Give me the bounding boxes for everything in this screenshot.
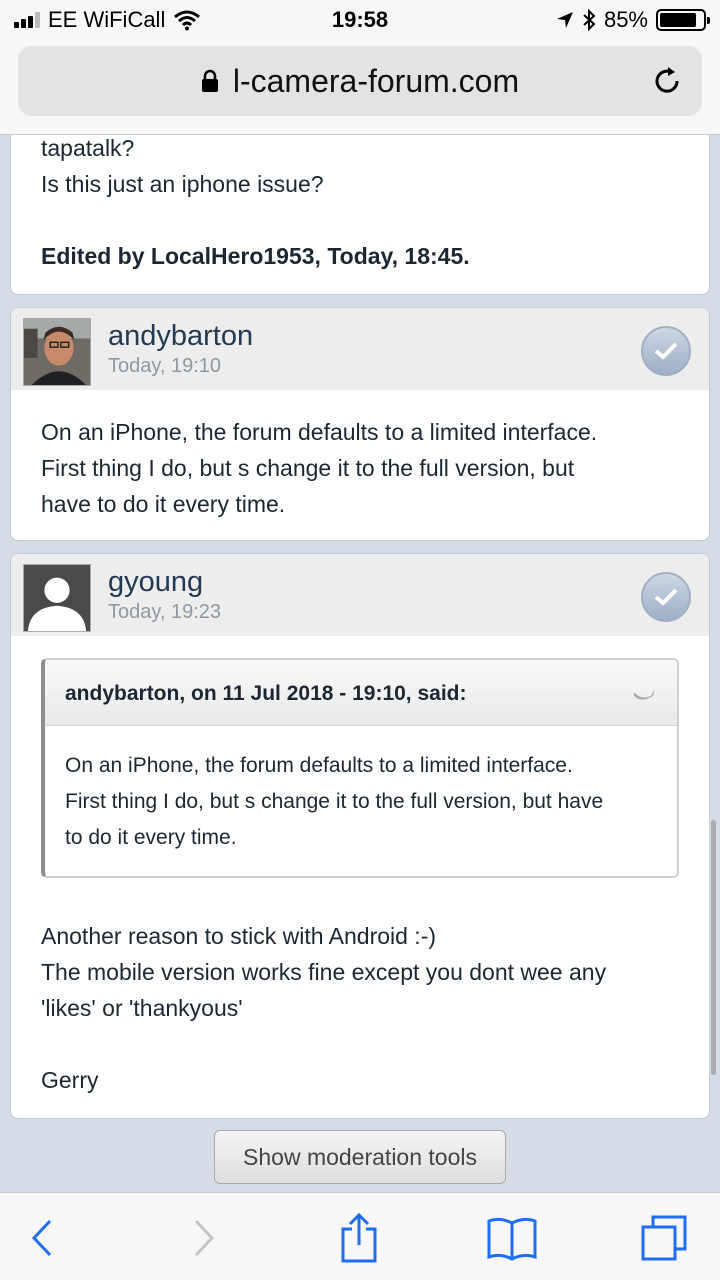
- quote-block: andybarton, on 11 Jul 2018 - 19:10, said…: [41, 658, 679, 878]
- quote-text-line: On an iPhone, the forum defaults to a li…: [65, 754, 573, 777]
- post-username[interactable]: gyoung: [108, 566, 203, 599]
- post-card: gyoung Today, 19:23 andybarton, on 11 Ju…: [10, 553, 710, 1119]
- url-text: l-camera-forum.com: [232, 62, 520, 99]
- post-card: andybarton Today, 19:10 On an iPhone, th…: [10, 307, 710, 541]
- share-button[interactable]: [329, 1213, 389, 1263]
- post-text-line: have to do it every time.: [41, 491, 286, 517]
- avatar[interactable]: [23, 318, 91, 386]
- checkmark-icon[interactable]: [641, 572, 691, 622]
- post-username[interactable]: andybarton: [108, 320, 253, 353]
- post-body: tapatalk? Is this just an iphone issue? …: [41, 135, 470, 274]
- post-text-line: tapatalk?: [41, 135, 135, 161]
- quote-text-line: First thing I do, but s change it to the…: [65, 790, 604, 813]
- post-signature: Gerry: [41, 1067, 99, 1093]
- post-body: Another reason to stick with Android :-)…: [41, 918, 606, 1098]
- status-bar: EE WiFiCall 19:58 85%: [0, 0, 720, 40]
- back-button[interactable]: [12, 1213, 72, 1263]
- post-text-line: 'likes' or 'thankyous': [41, 995, 243, 1021]
- post-timestamp: Today, 19:10: [108, 355, 222, 377]
- bookmarks-button[interactable]: [482, 1213, 542, 1263]
- post-header: gyoung Today, 19:23: [11, 554, 709, 636]
- post-text-line: Another reason to stick with Android :-): [41, 923, 437, 949]
- post-header: andybarton Today, 19:10: [11, 308, 709, 390]
- tabs-icon: [641, 1215, 687, 1261]
- battery-label: 85%: [603, 7, 648, 32]
- avatar[interactable]: [23, 564, 91, 632]
- post-text-line: On an iPhone, the forum defaults to a li…: [41, 419, 598, 445]
- tabs-button[interactable]: [634, 1213, 694, 1263]
- status-right: 85%: [556, 7, 710, 33]
- bookmarks-icon: [487, 1217, 537, 1261]
- address-bar[interactable]: l-camera-forum.com: [18, 46, 702, 116]
- reload-icon[interactable]: [650, 64, 684, 98]
- post-text-line: First thing I do, but s change it to the…: [41, 455, 575, 481]
- show-moderation-tools-button[interactable]: Show moderation tools: [214, 1130, 506, 1184]
- back-icon: [31, 1219, 52, 1257]
- checkmark-icon[interactable]: [641, 326, 691, 376]
- location-arrow-icon: [556, 12, 573, 28]
- post-card: tapatalk? Is this just an iphone issue? …: [10, 135, 710, 295]
- page-content: tapatalk? Is this just an iphone issue? …: [0, 135, 720, 1192]
- quote-text-line: to do it every time.: [65, 826, 237, 849]
- forward-icon: [194, 1219, 215, 1257]
- address-bar-area: l-camera-forum.com: [0, 40, 720, 135]
- view-post-icon[interactable]: [631, 686, 657, 704]
- scrollbar[interactable]: [711, 820, 716, 1075]
- post-timestamp: Today, 19:23: [108, 601, 222, 623]
- edited-note: Edited by LocalHero1953, Today, 18:45.: [41, 243, 470, 269]
- post-text-line: The mobile version works fine except you…: [41, 959, 607, 985]
- post-text-line: Is this just an iphone issue?: [41, 171, 324, 197]
- share-icon: [341, 1213, 377, 1263]
- battery-icon: [656, 9, 710, 31]
- browser-toolbar: [0, 1192, 720, 1280]
- post-body: On an iPhone, the forum defaults to a li…: [41, 414, 597, 522]
- lock-icon: [201, 69, 218, 92]
- bluetooth-icon: [583, 9, 596, 31]
- quote-attribution: andybarton, on 11 Jul 2018 - 19:10, said…: [65, 682, 467, 705]
- forward-button[interactable]: [174, 1213, 234, 1263]
- quote-header: andybarton, on 11 Jul 2018 - 19:10, said…: [45, 660, 677, 726]
- quote-body: On an iPhone, the forum defaults to a li…: [45, 726, 677, 856]
